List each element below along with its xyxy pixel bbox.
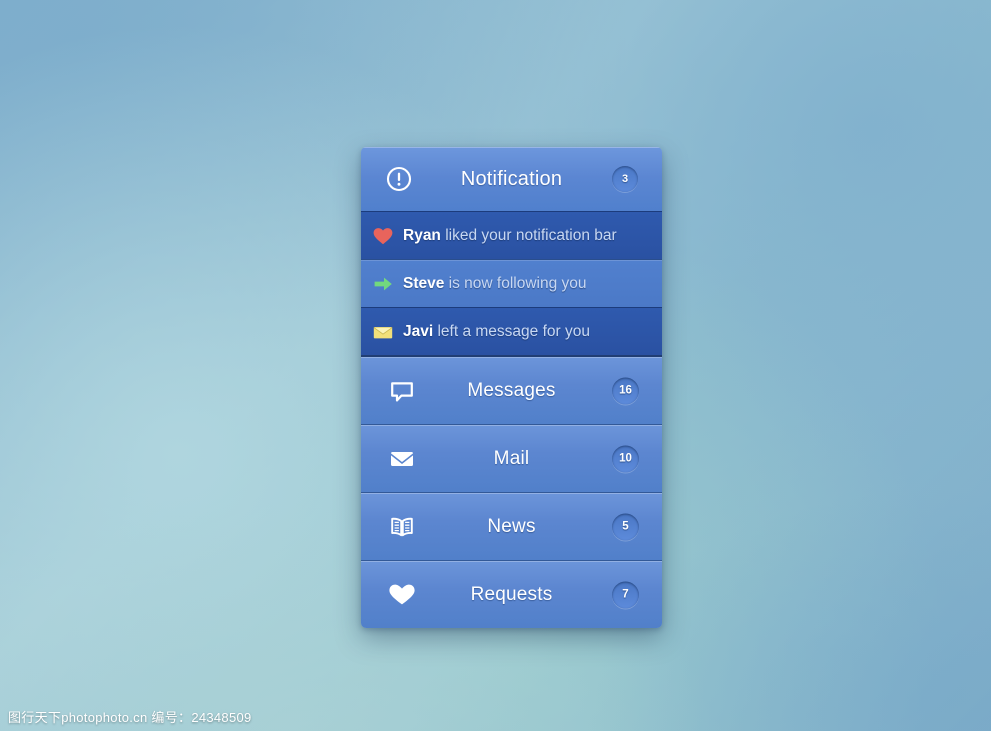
notification-text: Ryan liked your notification bar bbox=[403, 227, 617, 245]
menu-item-mail[interactable]: Mail 10 bbox=[361, 424, 662, 492]
speech-bubble-icon bbox=[391, 381, 413, 401]
open-book-icon bbox=[391, 517, 413, 536]
menu-item-badge: 5 bbox=[612, 513, 639, 540]
notification-actor: Steve bbox=[403, 274, 445, 292]
menu-item-badge: 16 bbox=[612, 377, 639, 404]
heart-icon bbox=[389, 584, 415, 604]
menu-item-news[interactable]: News 5 bbox=[361, 492, 662, 560]
menu-item-requests[interactable]: Requests 7 bbox=[361, 560, 662, 628]
notification-actor: Ryan bbox=[403, 226, 441, 244]
arrow-right-icon bbox=[374, 277, 392, 290]
menu-item-badge: 7 bbox=[612, 581, 639, 608]
watermark: 图行天下photophoto.cn 编号：24348509 bbox=[8, 710, 252, 725]
heart-icon bbox=[373, 227, 393, 244]
header-badge: 3 bbox=[612, 166, 638, 192]
notification-actor: Javi bbox=[403, 322, 434, 340]
menu-item-badge: 10 bbox=[612, 445, 639, 472]
notification-message: liked your notification bar bbox=[440, 226, 617, 244]
exclamation-circle-icon bbox=[386, 166, 412, 192]
notification-message: is now following you bbox=[444, 274, 587, 292]
notification-text: Steve is now following you bbox=[403, 275, 587, 293]
notification-item[interactable]: Javi left a message for you bbox=[361, 307, 662, 355]
screen: Notification 3 Ryan liked your notificat… bbox=[0, 0, 991, 731]
envelope-icon bbox=[391, 451, 413, 466]
panel-header[interactable]: Notification 3 bbox=[361, 147, 662, 211]
notification-text: Javi left a message for you bbox=[403, 323, 590, 341]
notification-message: left a message for you bbox=[433, 322, 590, 340]
envelope-icon bbox=[373, 326, 393, 338]
menu-item-messages[interactable]: Messages 16 bbox=[361, 355, 662, 424]
notification-item[interactable]: Ryan liked your notification bar bbox=[361, 211, 662, 259]
notification-item[interactable]: Steve is now following you bbox=[361, 259, 662, 307]
notification-panel: Notification 3 Ryan liked your notificat… bbox=[361, 147, 662, 628]
